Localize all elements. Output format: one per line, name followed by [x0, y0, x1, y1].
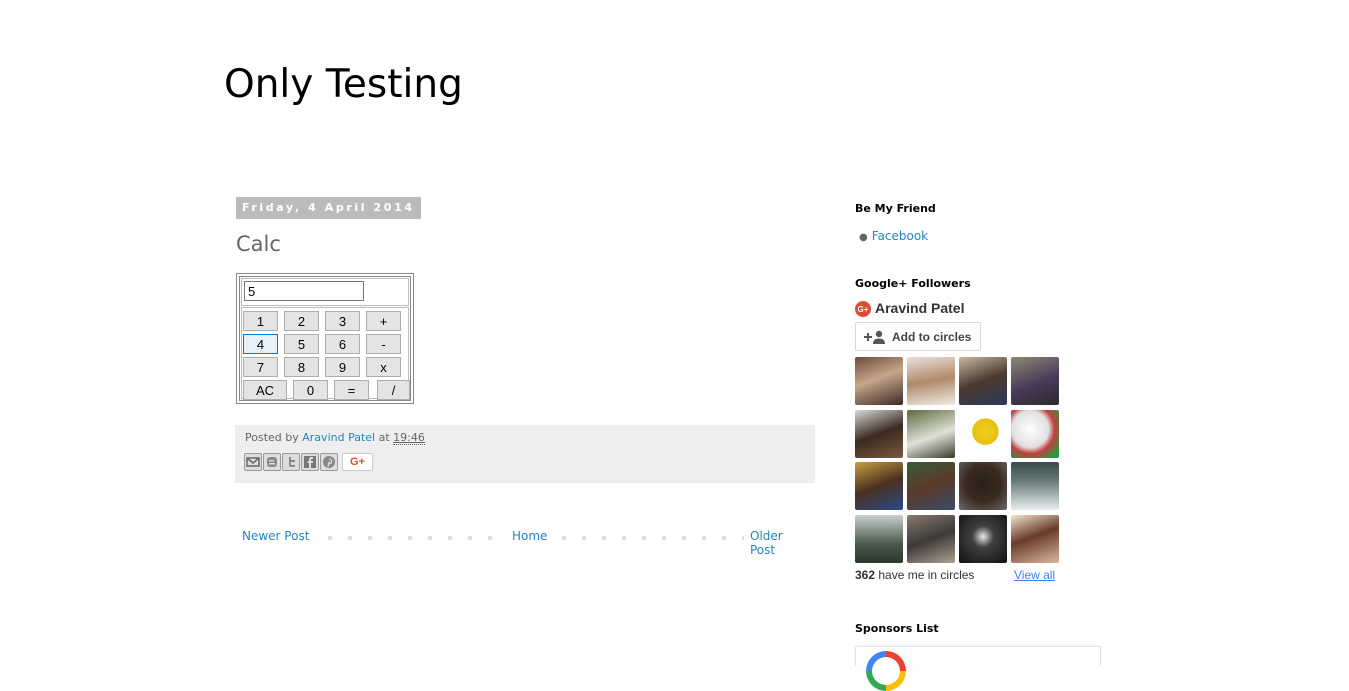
view-all-link[interactable]: View all [1014, 568, 1055, 582]
sponsor-logo-icon [866, 651, 906, 691]
twitter-icon[interactable] [282, 453, 300, 471]
sidebar-item-facebook: ● Facebook [859, 229, 928, 243]
older-post-link[interactable]: Older Post [746, 529, 815, 557]
follower-avatar[interactable] [855, 410, 903, 458]
calc-key-5[interactable]: 5 [284, 334, 319, 354]
calc-key-9[interactable]: 9 [325, 357, 360, 377]
follower-avatar[interactable] [1011, 515, 1059, 563]
calc-key-6[interactable]: 6 [325, 334, 360, 354]
follower-avatar[interactable] [855, 357, 903, 405]
follower-avatar[interactable] [959, 462, 1007, 510]
post-footer: Posted by Aravind Patel at 19:46 G+ [235, 425, 815, 483]
calc-key-minus[interactable]: - [366, 334, 401, 354]
calc-key-4[interactable]: 4 [243, 334, 278, 354]
calc-key-7[interactable]: 7 [243, 357, 278, 377]
follower-avatar[interactable] [959, 357, 1007, 405]
calc-key-plus[interactable]: + [366, 311, 401, 331]
blog-pager: Newer Post Home Older Post [236, 528, 815, 557]
follower-avatar[interactable] [855, 462, 903, 510]
calc-key-divide[interactable]: / [377, 380, 410, 400]
pager-dots-left [300, 536, 500, 540]
post-title[interactable]: Calc [236, 232, 281, 256]
gplus-icon: G+ [855, 301, 871, 317]
follower-avatar[interactable] [1011, 410, 1059, 458]
calculator-frame: 1 2 3 + 4 5 6 - 7 8 9 x AC 0 = / [239, 276, 411, 401]
friend-widget-title: Be My Friend [855, 202, 936, 215]
circle-count: 362 have me in circles [855, 568, 974, 582]
follower-avatar[interactable] [959, 515, 1007, 563]
post-author-link[interactable]: Aravind Patel [302, 431, 375, 444]
calc-key-0[interactable]: 0 [293, 380, 328, 400]
follower-avatar[interactable] [907, 515, 955, 563]
follower-avatar[interactable] [855, 515, 903, 563]
follower-avatar[interactable] [959, 410, 1007, 458]
follower-avatar[interactable] [1011, 462, 1059, 510]
calc-key-1[interactable]: 1 [243, 311, 278, 331]
follower-avatar[interactable] [1011, 357, 1059, 405]
newer-post-link[interactable]: Newer Post [238, 529, 314, 543]
gplus-share-button[interactable]: G+ [342, 453, 373, 471]
calc-key-8[interactable]: 8 [284, 357, 319, 377]
calculator-keypad: 1 2 3 + 4 5 6 - 7 8 9 x AC 0 = / [241, 307, 410, 400]
blog-title[interactable]: Only Testing [224, 62, 463, 107]
add-to-circles-button[interactable]: Add to circles [855, 322, 981, 351]
follower-count: 362 [855, 568, 876, 582]
posted-at-label: at [378, 431, 390, 444]
calculator-display-input[interactable] [244, 281, 364, 301]
email-icon[interactable] [244, 453, 262, 471]
add-to-circles-label: Add to circles [892, 329, 972, 344]
calc-key-clear[interactable]: AC [243, 380, 287, 400]
post-date-header: Friday, 4 April 2014 [236, 197, 421, 219]
calc-key-2[interactable]: 2 [284, 311, 319, 331]
blogger-icon[interactable] [263, 453, 281, 471]
pager-dots-right [554, 536, 744, 540]
sponsors-widget-title: Sponsors List [855, 622, 939, 635]
post-timestamp-link[interactable]: 19:46 [393, 431, 425, 445]
calculator-display-cell [241, 278, 409, 306]
follower-avatar-grid [855, 357, 1065, 564]
posted-by-label: Posted by [245, 431, 299, 444]
home-link[interactable]: Home [508, 529, 552, 543]
follower-avatar[interactable] [907, 462, 955, 510]
follower-avatar[interactable] [907, 357, 955, 405]
calc-key-3[interactable]: 3 [325, 311, 360, 331]
calc-key-equals[interactable]: = [334, 380, 369, 400]
add-person-icon [864, 330, 885, 344]
facebook-link[interactable]: Facebook [872, 229, 928, 243]
follower-avatar[interactable] [907, 410, 955, 458]
calculator: 1 2 3 + 4 5 6 - 7 8 9 x AC 0 = / [236, 273, 414, 404]
calc-key-multiply[interactable]: x [366, 357, 401, 377]
gplus-profile-name[interactable]: Aravind Patel [875, 300, 964, 316]
pinterest-icon[interactable] [320, 453, 338, 471]
bullet-icon: ● [859, 232, 868, 243]
gplus-widget-title: Google+ Followers [855, 277, 971, 290]
sponsor-card[interactable] [855, 646, 1101, 691]
post-byline: Posted by Aravind Patel at 19:46 [245, 431, 805, 445]
facebook-icon[interactable] [301, 453, 319, 471]
circle-count-label: have me in circles [878, 568, 975, 582]
